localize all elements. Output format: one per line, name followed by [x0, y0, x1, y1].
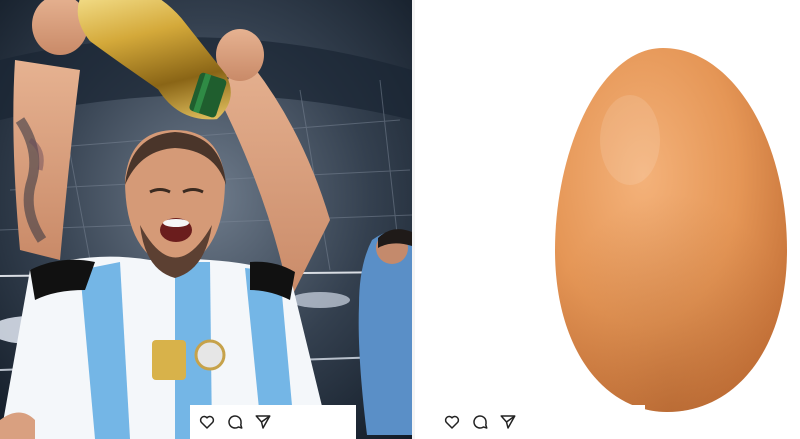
post-photo-egg[interactable] [415, 0, 800, 439]
comment-icon[interactable] [226, 413, 244, 431]
send-icon[interactable] [254, 413, 272, 431]
comparison-page [0, 0, 800, 439]
post-actions [435, 405, 645, 439]
send-icon[interactable] [499, 413, 517, 431]
post-right [415, 0, 800, 439]
comment-icon[interactable] [471, 413, 489, 431]
post-left [0, 0, 412, 439]
post-photo-trophy[interactable] [0, 0, 412, 439]
heart-icon[interactable] [443, 413, 461, 431]
post-actions [190, 405, 356, 439]
heart-icon[interactable] [198, 413, 216, 431]
